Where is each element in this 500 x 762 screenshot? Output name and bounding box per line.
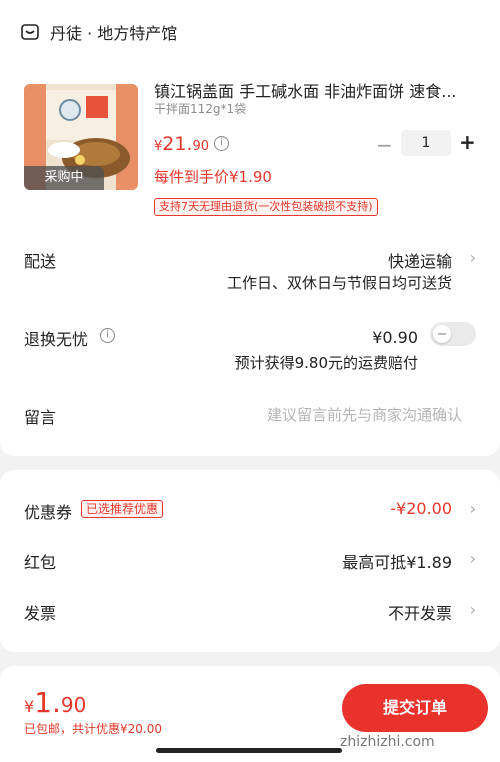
price-info-icon[interactable]: i: [214, 136, 229, 151]
shop-header[interactable]: 丹徒 · 地方特产馆: [20, 20, 177, 44]
delivery-chevron-icon[interactable]: ›: [470, 248, 476, 267]
product-spec[interactable]: 干拌面112g*1袋: [154, 100, 246, 117]
quantity-plus-button[interactable]: +: [459, 130, 476, 154]
red-packet-value[interactable]: 最高可抵¥1.89: [342, 549, 452, 573]
red-packet-chevron-icon[interactable]: ›: [470, 549, 476, 568]
message-label: 留言: [24, 408, 57, 427]
total-decimal: 90: [60, 693, 87, 717]
product-price: ¥ 21. 90: [154, 133, 209, 155]
toggle-off-icon: [438, 333, 446, 335]
price-currency: ¥: [154, 139, 163, 154]
invoice-value[interactable]: 不开发票: [388, 600, 452, 624]
invoice-chevron-icon[interactable]: ›: [470, 600, 476, 619]
coupon-chevron-icon[interactable]: ›: [470, 499, 476, 518]
coupon-tag: 已选推荐优惠: [81, 500, 164, 518]
purchasing-badge: 采购中: [24, 166, 104, 190]
return-insurance-toggle[interactable]: [430, 322, 476, 346]
total-currency: ¥: [24, 697, 35, 716]
shop-name: 丹徒 · 地方特产馆: [50, 24, 178, 43]
message-input[interactable]: 建议留言前先与商家沟通确认: [267, 404, 462, 425]
return-insurance-info-icon[interactable]: i: [100, 328, 115, 343]
home-indicator[interactable]: [156, 748, 342, 753]
delivery-label: 配送: [24, 252, 57, 271]
coupon-value[interactable]: -¥20.00: [390, 499, 452, 518]
total-integer: 1.: [34, 686, 61, 719]
invoice-label: 发票: [24, 604, 57, 623]
price-decimal: 90: [192, 139, 210, 154]
product-title[interactable]: 镇江锅盖面 手工碱水面 非油炸面饼 速食...: [154, 78, 472, 102]
return-insurance-sub: 预计获得9.80元的运费赔付: [234, 354, 418, 372]
return-insurance-price: ¥0.90: [372, 328, 418, 347]
total-summary: 已包邮，共计优惠¥20.00: [24, 722, 162, 736]
total-price: ¥ 1. 90: [24, 686, 86, 719]
return-insurance-label: 退换无忧: [24, 330, 89, 349]
red-packet-label: 红包: [24, 553, 57, 572]
return-policy-badge: 支持7天无理由退货(一次性包装破损不支持): [154, 198, 378, 216]
watermark: zhizhizhi.com: [340, 734, 435, 750]
shop-icon: [21, 24, 39, 40]
submit-order-button[interactable]: 提交订单: [342, 684, 488, 732]
product-thumbnail[interactable]: 采购中: [24, 84, 138, 190]
price-integer: 21.: [162, 133, 193, 155]
delivery-sub: 工作日、双休日与节假日均可送货: [226, 274, 452, 292]
quantity-field[interactable]: 1: [401, 130, 451, 156]
coupon-label: 优惠券: [24, 503, 73, 522]
quantity-minus-button[interactable]: −: [376, 133, 393, 157]
delivery-value[interactable]: 快递运输: [388, 248, 452, 272]
order-card: 丹徒 · 地方特产馆: [0, 0, 500, 456]
hand-price: 每件到手价¥1.90: [154, 168, 272, 186]
